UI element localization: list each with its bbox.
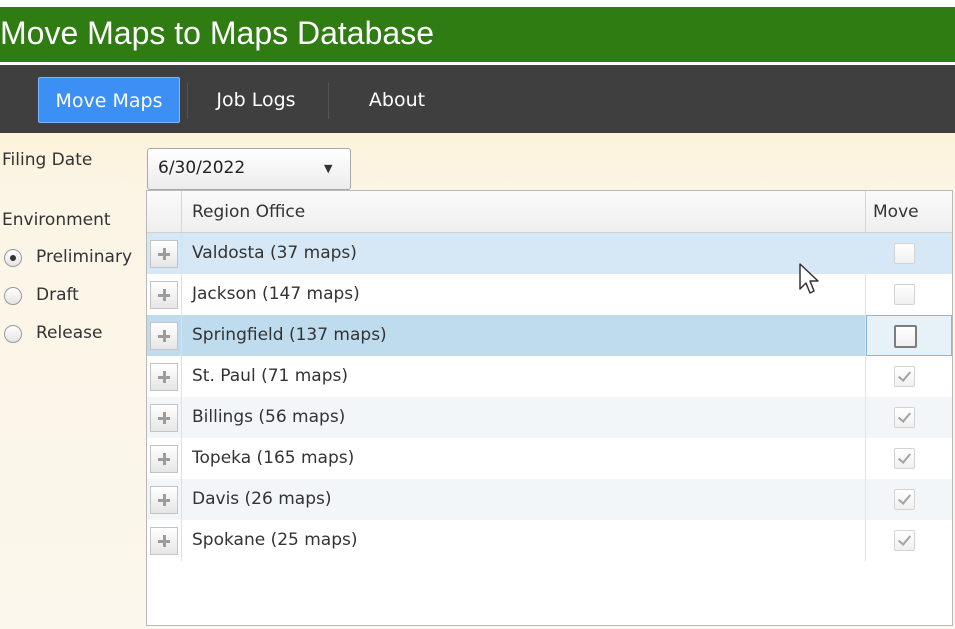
top-strip	[0, 0, 955, 7]
move-cell	[866, 315, 952, 356]
region-grid: Region Office Move Valdosta (37 maps) Ja…	[146, 190, 953, 626]
tab-about[interactable]: About	[340, 77, 454, 123]
move-cell	[866, 438, 952, 479]
move-checkbox[interactable]	[894, 366, 915, 387]
nav-divider	[328, 83, 329, 119]
region-cell: Jackson (147 maps)	[192, 284, 360, 304]
table-row[interactable]: Davis (26 maps)	[147, 479, 952, 520]
move-cell	[866, 233, 952, 274]
column-divider	[865, 233, 866, 561]
move-checkbox[interactable]	[894, 489, 915, 510]
move-checkbox[interactable]	[894, 243, 915, 264]
plus-icon[interactable]	[150, 281, 178, 309]
grid-header: Region Office Move	[147, 191, 952, 233]
plus-icon[interactable]	[150, 322, 178, 350]
table-row[interactable]: Springfield (137 maps)	[147, 315, 952, 356]
region-cell: Valdosta (37 maps)	[192, 243, 357, 263]
move-checkbox[interactable]	[894, 530, 915, 551]
table-row[interactable]: Valdosta (37 maps)	[147, 233, 952, 274]
radio-dot-icon	[4, 287, 22, 305]
move-checkbox[interactable]	[894, 284, 915, 305]
table-row[interactable]: St. Paul (71 maps)	[147, 356, 952, 397]
nav-divider	[187, 83, 188, 119]
plus-icon[interactable]	[150, 486, 178, 514]
tab-job-logs[interactable]: Job Logs	[196, 77, 316, 123]
move-cell	[866, 479, 952, 520]
filing-date-value: 6/30/2022	[158, 158, 246, 178]
table-row[interactable]: Billings (56 maps)	[147, 397, 952, 438]
radio-label: Release	[36, 323, 103, 343]
filing-date-picker[interactable]: 6/30/2022 ▼	[147, 148, 351, 190]
window-title: Move Maps to Maps Database	[0, 7, 955, 62]
plus-icon[interactable]	[150, 527, 178, 555]
move-cell	[866, 397, 952, 438]
move-checkbox[interactable]	[894, 325, 917, 348]
column-header-region[interactable]: Region Office	[192, 202, 305, 222]
plus-icon[interactable]	[150, 445, 178, 473]
radio-label: Draft	[36, 285, 79, 305]
region-cell: Springfield (137 maps)	[192, 325, 387, 345]
radio-label: Preliminary	[36, 247, 132, 267]
column-divider	[181, 233, 182, 561]
move-checkbox[interactable]	[894, 407, 915, 428]
move-cell	[866, 520, 952, 561]
table-row[interactable]: Jackson (147 maps)	[147, 274, 952, 315]
region-cell: Billings (56 maps)	[192, 407, 346, 427]
nav-bar: Move Maps Job Logs About	[0, 65, 955, 133]
region-cell: Davis (26 maps)	[192, 489, 332, 509]
filing-date-label: Filing Date	[2, 150, 93, 170]
header-divider	[865, 191, 866, 233]
plus-icon[interactable]	[150, 363, 178, 391]
mouse-cursor-icon	[799, 263, 819, 294]
region-cell: Spokane (25 maps)	[192, 530, 358, 550]
move-checkbox[interactable]	[894, 448, 915, 469]
radio-dot-icon	[4, 249, 22, 267]
triangle-down-icon: ▼	[324, 162, 333, 175]
environment-label: Environment	[2, 210, 111, 230]
plus-icon[interactable]	[150, 240, 178, 268]
move-cell	[866, 356, 952, 397]
region-cell: St. Paul (71 maps)	[192, 366, 348, 386]
header-divider	[181, 191, 182, 233]
region-cell: Topeka (165 maps)	[192, 448, 355, 468]
tab-move-maps[interactable]: Move Maps	[38, 77, 180, 123]
move-cell	[866, 274, 952, 315]
plus-icon[interactable]	[150, 404, 178, 432]
table-row[interactable]: Topeka (165 maps)	[147, 438, 952, 479]
radio-dot-icon	[4, 325, 22, 343]
table-row[interactable]: Spokane (25 maps)	[147, 520, 952, 561]
column-header-move[interactable]: Move	[873, 202, 919, 222]
